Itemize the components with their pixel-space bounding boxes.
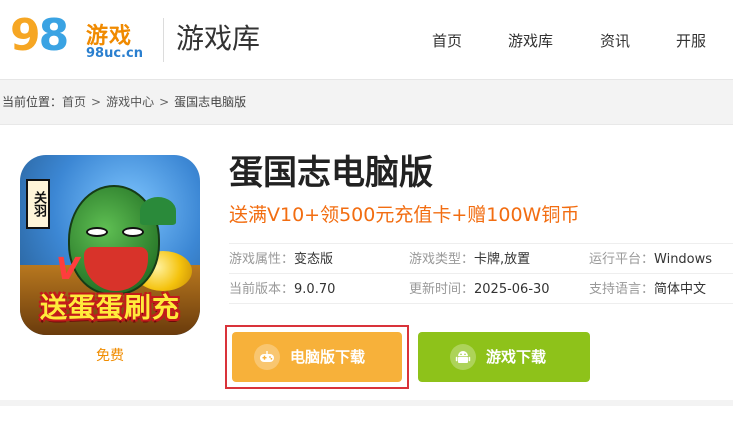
info-value: 2025-06-30: [474, 282, 550, 297]
game-promo: 送满V10+领500元充值卡+赠100W铜币: [229, 204, 580, 226]
info-value: 简体中文: [654, 282, 707, 297]
info-updated: 更新时间：2025-06-30: [409, 281, 550, 299]
info-key: 游戏属性：: [229, 252, 295, 267]
info-key: 支持语言：: [589, 282, 655, 297]
info-value: 变态版: [294, 252, 334, 267]
info-attribute: 游戏属性：变态版: [229, 251, 333, 269]
info-version: 当前版本：9.0.70: [229, 281, 335, 299]
price-label: 免费: [96, 348, 124, 364]
icon-v-mark: V: [56, 252, 80, 287]
info-value: Windows: [654, 252, 713, 267]
info-platform: 运行平台：Windows: [589, 251, 712, 269]
icon-hat: [140, 197, 176, 225]
info-language: 支持语言：简体中文: [589, 281, 706, 299]
info-key: 游戏类型：: [409, 252, 475, 267]
game-icon[interactable]: 关羽 V 送蛋蛋刷充: [20, 155, 200, 335]
icon-eye: [122, 227, 144, 237]
icon-beard: [84, 247, 148, 291]
main-nav: 首页 游戏库 资讯 开服: [0, 30, 733, 52]
breadcrumb-home[interactable]: 首页: [62, 95, 86, 109]
android-icon: [450, 344, 476, 370]
site-header: 98 游戏 98uc.cn 游戏库 首页 游戏库 资讯 开服: [0, 0, 733, 80]
icon-name-tag: 关羽: [26, 179, 50, 229]
breadcrumb-separator: >: [159, 95, 170, 109]
nav-server-open[interactable]: 开服: [676, 30, 706, 52]
game-download-label: 游戏下载: [486, 348, 547, 366]
gamepad-icon: [254, 344, 280, 370]
info-divider: [229, 243, 733, 244]
breadcrumb: 当前位置：首页 > 游戏中心 > 蛋国志电脑版: [2, 92, 246, 112]
next-section: [0, 406, 733, 441]
breadcrumb-current: 蛋国志电脑版: [174, 95, 247, 109]
nav-game-library[interactable]: 游戏库: [508, 30, 553, 52]
icon-egg-character: [68, 185, 176, 295]
icon-banner: 送蛋蛋刷充: [40, 293, 180, 324]
info-divider: [229, 303, 733, 304]
info-type: 游戏类型：卡牌,放置: [409, 251, 530, 269]
pc-download-label: 电脑版下载: [290, 348, 366, 366]
game-title: 蛋国志电脑版: [229, 153, 433, 193]
nav-news[interactable]: 资讯: [600, 30, 630, 52]
info-key: 运行平台：: [589, 252, 655, 267]
breadcrumb-separator: >: [91, 95, 102, 109]
info-value: 9.0.70: [294, 282, 336, 297]
icon-eye: [86, 227, 108, 237]
info-value: 卡牌,放置: [474, 252, 531, 267]
pc-download-button[interactable]: 电脑版下载: [232, 332, 402, 382]
info-key: 更新时间：: [409, 282, 475, 297]
game-download-button[interactable]: 游戏下载: [418, 332, 590, 382]
breadcrumb-prefix: 当前位置：: [2, 95, 63, 109]
breadcrumb-game-center[interactable]: 游戏中心: [106, 95, 154, 109]
game-detail-card: 关羽 V 送蛋蛋刷充 免费 蛋国志电脑版 送满V10+领500元充值卡+赠100…: [0, 124, 733, 400]
info-divider: [229, 273, 733, 274]
nav-home[interactable]: 首页: [432, 30, 462, 52]
info-key: 当前版本：: [229, 282, 295, 297]
